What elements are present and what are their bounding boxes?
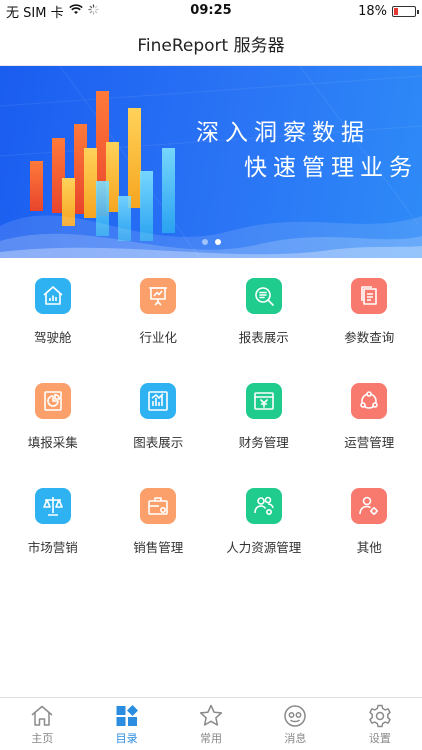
grid-item-cockpit[interactable]: 驾驶舱: [0, 258, 106, 363]
tab-label: 设置: [368, 732, 391, 745]
grid-item-label: 市场营销: [27, 540, 78, 555]
grid-item-label: 销售管理: [133, 540, 184, 555]
grid-item-data-entry[interactable]: 填报采集: [0, 363, 106, 468]
gear-icon: [369, 704, 391, 728]
grid-item-label: 行业化: [139, 330, 177, 345]
tab-home[interactable]: 主页: [0, 698, 84, 750]
tab-label: 目录: [115, 732, 138, 745]
grid-item-other[interactable]: 其他: [317, 468, 422, 573]
tab-label: 消息: [284, 732, 307, 745]
tab-label: 常用: [200, 732, 223, 745]
house-chart-icon: [34, 278, 71, 314]
person-gear-icon: [351, 488, 388, 524]
grid-item-finance[interactable]: 财务管理: [211, 363, 317, 468]
grid-item-label: 财务管理: [238, 435, 289, 450]
grid-item-report-view[interactable]: 报表展示: [211, 258, 317, 363]
status-bar: 无 SIM 卡 09:25 18%: [0, 0, 422, 22]
scale-icon: [34, 488, 71, 524]
grid-item-label: 人力资源管理: [226, 540, 302, 555]
feature-grid: 驾驶舱 行业化 报表展示 参数查询 填报采集 图表展示 财务管理 运营管理 市场…: [0, 258, 422, 573]
grid-item-label: 运营管理: [344, 435, 395, 450]
briefcase-gear-icon: [140, 488, 177, 524]
tab-favorites[interactable]: 常用: [169, 698, 253, 750]
search-list-icon: [245, 278, 282, 314]
grid-item-label: 其他: [356, 540, 382, 555]
grid-item-label: 参数查询: [344, 330, 395, 345]
grid-item-label: 报表展示: [238, 330, 289, 345]
pie-chart-icon: [34, 383, 71, 419]
grid-item-hr[interactable]: 人力资源管理: [211, 468, 317, 573]
tab-catalog[interactable]: 目录: [84, 698, 168, 750]
grid-item-marketing[interactable]: 市场营销: [0, 468, 106, 573]
battery-icon: [392, 5, 419, 17]
navigation-bar: FineReport 服务器: [0, 22, 422, 66]
tab-messages[interactable]: 消息: [253, 698, 337, 750]
grid-item-label: 填报采集: [27, 435, 78, 450]
grid-item-operations[interactable]: 运营管理: [317, 363, 422, 468]
bottom-tab-bar: 主页 目录 常用 消息 设置: [0, 697, 422, 750]
presentation-board-icon: [140, 278, 177, 314]
page-title: FineReport 服务器: [137, 36, 285, 56]
banner-carousel[interactable]: 深入洞察数据 快速管理业务: [0, 66, 422, 258]
grid-item-chart-view[interactable]: 图表展示: [106, 363, 212, 468]
carousel-dot[interactable]: [201, 239, 208, 245]
message-icon: [284, 705, 307, 727]
status-time: 09:25: [190, 3, 232, 18]
grid-item-label: 驾驶舱: [33, 330, 72, 345]
grid-item-param-query[interactable]: 参数查询: [317, 258, 422, 363]
grid-item-industry[interactable]: 行业化: [106, 258, 212, 363]
carousel-dot-active[interactable]: [214, 239, 221, 245]
catalog-icon: [116, 705, 138, 726]
home-icon: [31, 705, 53, 726]
people-gear-icon: [245, 488, 282, 524]
banner-headline-1: 深入洞察数据: [196, 120, 370, 146]
banner-headline-2: 快速管理业务: [244, 155, 418, 181]
yen-window-icon: [245, 383, 282, 419]
tab-label: 主页: [31, 732, 54, 745]
bar-chart-icon: [140, 383, 177, 419]
documents-icon: [351, 278, 388, 314]
carousel-indicator[interactable]: [0, 239, 422, 245]
star-icon: [199, 704, 223, 726]
tab-settings[interactable]: 设置: [338, 698, 422, 750]
grid-item-sales[interactable]: 销售管理: [106, 468, 212, 573]
grid-item-label: 图表展示: [133, 435, 184, 450]
cycle-nodes-icon: [351, 383, 388, 419]
